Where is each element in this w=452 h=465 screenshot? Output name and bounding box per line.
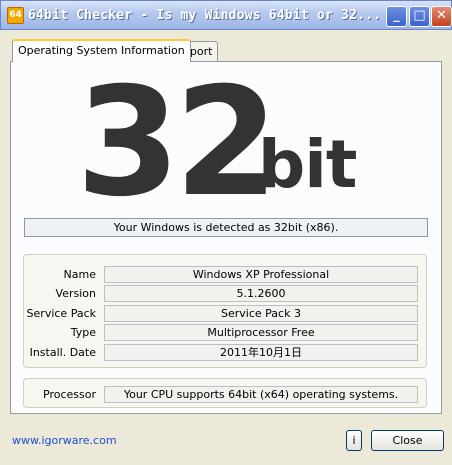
version-value: 5.1.2600 <box>104 285 418 302</box>
app-icon: 64 <box>7 7 24 24</box>
service-pack-value: Service Pack 3 <box>104 305 418 322</box>
window-title: 64bit Checker - Is my Windows 64bit or 3… <box>28 8 382 23</box>
processor-value: Your CPU supports 64bit (x64) operating … <box>104 386 418 403</box>
website-link[interactable]: www.igorware.com <box>12 434 117 447</box>
name-value: Windows XP Professional <box>104 266 418 283</box>
processor-label: Processor <box>43 388 96 401</box>
title-bar[interactable]: 64 64bit Checker - Is my Windows 64bit o… <box>0 0 452 30</box>
close-button[interactable]: Close <box>371 430 444 451</box>
bitness-number: 32 <box>76 56 279 230</box>
detected-message: Your Windows is detected as 32bit (x86). <box>24 218 428 237</box>
service-pack-label: Service Pack <box>26 307 96 320</box>
name-label: Name <box>63 268 96 281</box>
info-button[interactable]: i <box>346 430 362 451</box>
install-date-label: Install. Date <box>29 346 96 359</box>
tab-operating-system-information[interactable]: Operating System Information <box>12 39 191 62</box>
type-value: Multiprocessor Free <box>104 324 418 341</box>
minimize-button[interactable]: _ <box>386 6 407 27</box>
maximize-button[interactable]: □ <box>409 6 430 27</box>
type-label: Type <box>70 326 96 339</box>
version-label: Version <box>55 287 96 300</box>
bitness-unit: bit <box>258 126 357 203</box>
close-window-button[interactable]: ✕ <box>431 6 452 27</box>
install-date-value: 2011年10月1日 <box>104 344 418 361</box>
